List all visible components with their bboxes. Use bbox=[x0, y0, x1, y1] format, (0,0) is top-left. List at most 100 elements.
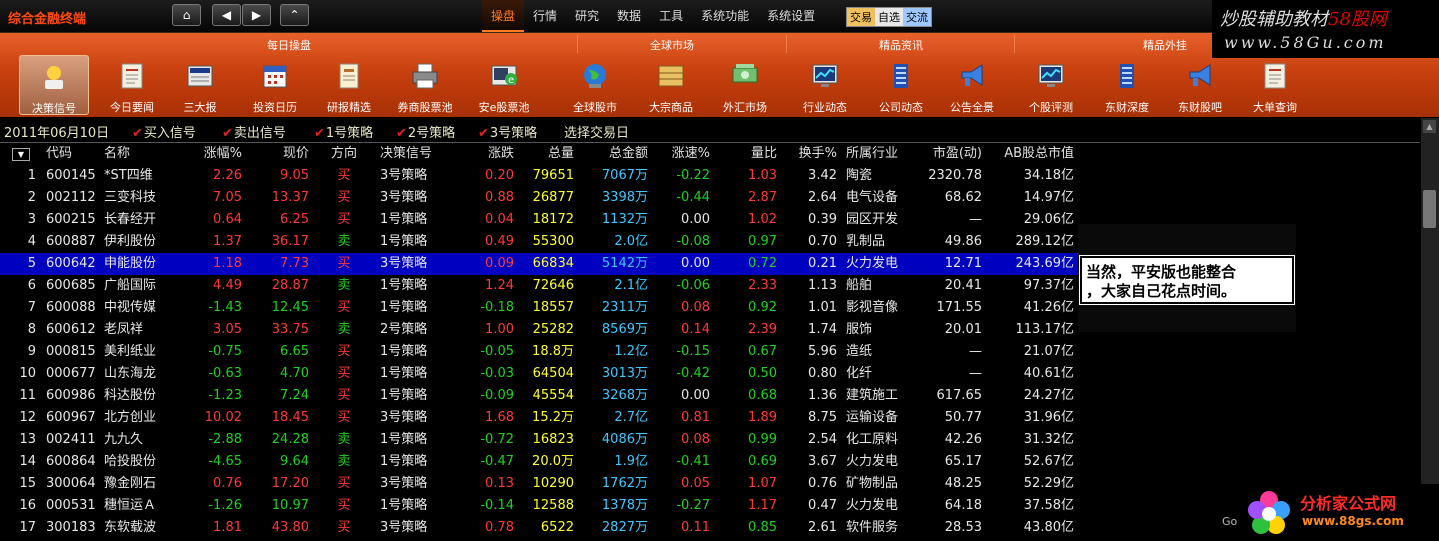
column-header[interactable]: 总金额 bbox=[592, 146, 648, 162]
toolbar-button[interactable]: 研报精选 bbox=[314, 55, 384, 115]
cell-code: 600986 bbox=[46, 388, 96, 403]
cell-pct: 4.49 bbox=[213, 278, 242, 293]
table-row[interactable]: 13 002411 九九久 -2.88 24.28 卖 1号策略 -0.72 16823 4086… bbox=[0, 429, 1078, 451]
table-row[interactable]: 9 000815 美利纸业 -0.75 6.65 买 1号策略 -0.05 18.8万 1.2亿 -… bbox=[0, 341, 1078, 363]
toolbar-button[interactable]: e 安e股票池 bbox=[469, 55, 539, 115]
home-button[interactable]: ⌂ bbox=[172, 4, 201, 26]
toolbar-button[interactable]: 大单查询 bbox=[1240, 55, 1310, 115]
filter-buy-signal[interactable]: ✔买入信号 bbox=[132, 122, 196, 141]
calendar-icon bbox=[260, 61, 290, 91]
table-row[interactable]: 3 600215 长春经开 0.64 6.25 买 1号策略 0.04 18172 1132万 0.… bbox=[0, 209, 1078, 231]
toolbar-button[interactable]: 行业动态 bbox=[790, 55, 860, 115]
toolbar-button[interactable]: 外汇市场 bbox=[710, 55, 780, 115]
column-header[interactable]: 涨幅% bbox=[196, 146, 242, 162]
mode-button[interactable]: 自选 bbox=[875, 8, 903, 26]
cell-pct: -2.88 bbox=[208, 432, 242, 447]
column-header[interactable]: 量比 bbox=[742, 146, 777, 162]
table-row[interactable]: 10 000677 山东海龙 -0.63 4.70 买 1号策略 -0.03 64504 3013… bbox=[0, 363, 1078, 385]
cell-chg: 1.68 bbox=[485, 410, 514, 425]
table-row[interactable]: 11 600986 科达股份 -1.23 7.24 买 1号策略 -0.09 45554 3268… bbox=[0, 385, 1078, 407]
table-row[interactable]: 4 600887 伊利股份 1.37 36.17 卖 1号策略 0.49 55300 2.0亿 -0… bbox=[0, 231, 1078, 253]
cell-mcap: 289.12亿 bbox=[1015, 234, 1075, 249]
filter-strategy-2[interactable]: ✔2号策略 bbox=[396, 122, 455, 141]
table-row[interactable]: 16 000531 穗恒运Ａ -1.26 10.97 买 1号策略 -0.14 12588 137… bbox=[0, 495, 1078, 517]
menu-item[interactable]: 数据 bbox=[608, 0, 650, 32]
column-header[interactable]: 市盈(动) bbox=[926, 146, 982, 162]
column-header[interactable]: 决策信号 bbox=[380, 146, 450, 162]
cell-vol: 26877 bbox=[532, 190, 574, 205]
menu-item[interactable]: 操盘 bbox=[482, 0, 525, 32]
toolbar-button[interactable]: 今日要闻 bbox=[97, 55, 167, 115]
column-header[interactable]: 所属行业 bbox=[846, 146, 926, 162]
table-row[interactable]: 12 600967 北方创业 10.02 18.45 买 3号策略 1.68 15.2万 2.7亿… bbox=[0, 407, 1078, 429]
cell-code: 000531 bbox=[46, 498, 96, 513]
table-row[interactable]: 15 300064 豫金刚石 0.76 17.20 买 3号策略 0.13 10290 1762万… bbox=[0, 473, 1078, 495]
menu-item[interactable]: 系统功能 bbox=[692, 0, 758, 32]
table-row[interactable]: 2 002112 三变科技 7.05 13.37 买 3号策略 0.88 26877 3398万 -… bbox=[0, 187, 1078, 209]
toolbar-button[interactable]: 全球股市 bbox=[560, 55, 630, 115]
cell-chg: -0.14 bbox=[480, 498, 514, 513]
column-header[interactable]: 涨速% bbox=[664, 146, 710, 162]
table-row[interactable]: 6 600685 广船国际 4.49 28.87 卖 1号策略 1.24 72646 2.1亿 -0… bbox=[0, 275, 1078, 297]
cell-ind: 电气设备 bbox=[846, 190, 899, 205]
forward-button[interactable]: ▶ bbox=[242, 4, 271, 26]
column-header[interactable]: 涨跌 bbox=[470, 146, 514, 162]
toolbar-button[interactable]: 公司动态 bbox=[866, 55, 936, 115]
toolbar-button[interactable]: 公告全景 bbox=[937, 55, 1007, 115]
cell-amt: 1762万 bbox=[601, 476, 648, 491]
toolbar-button[interactable]: 券商股票池 bbox=[390, 55, 460, 115]
vertical-scrollbar[interactable]: ▲ bbox=[1421, 118, 1439, 541]
column-header[interactable]: 总量 bbox=[528, 146, 574, 162]
column-header[interactable]: 方向 bbox=[328, 146, 360, 162]
toolbar-button[interactable]: 东财深度 bbox=[1092, 55, 1162, 115]
table-row[interactable]: 8 600612 老凤祥 3.05 33.75 卖 2号策略 1.00 25282 8569万 0.… bbox=[0, 319, 1078, 341]
cell-spd: 0.14 bbox=[681, 322, 710, 337]
toolbar-button[interactable]: 东财股吧 bbox=[1165, 55, 1235, 115]
cell-vol: 18557 bbox=[532, 300, 574, 315]
row-number: 15 bbox=[19, 476, 36, 491]
column-header[interactable]: 代码 bbox=[46, 146, 96, 162]
table-row[interactable]: 7 600088 中视传媒 -1.43 12.45 买 1号策略 -0.18 18557 2311… bbox=[0, 297, 1078, 319]
table-row[interactable]: 14 600864 哈投股份 -4.65 9.64 卖 1号策略 -0.47 20.0万 1.9亿… bbox=[0, 451, 1078, 473]
column-header[interactable]: 名称 bbox=[104, 146, 184, 162]
cell-ind: 矿物制品 bbox=[846, 476, 899, 491]
toolbar-button[interactable]: 大宗商品 bbox=[636, 55, 706, 115]
table-row[interactable]: 1 600145 *ST四维 2.26 9.05 买 3号策略 0.20 79651 7067万 -… bbox=[0, 165, 1078, 187]
scroll-thumb[interactable] bbox=[1423, 190, 1436, 228]
toolbar-button[interactable]: 决策信号 bbox=[19, 55, 89, 115]
column-header[interactable]: 换手% bbox=[792, 146, 837, 162]
select-trade-day[interactable]: 选择交易日 bbox=[564, 122, 629, 141]
cell-turn: 2.54 bbox=[808, 432, 837, 447]
cell-mcap: 31.96亿 bbox=[1023, 410, 1074, 425]
toolbar-button[interactable]: 投资日历 bbox=[240, 55, 310, 115]
scroll-up-icon[interactable]: ▲ bbox=[1423, 120, 1436, 133]
cell-vr: 0.92 bbox=[748, 300, 777, 315]
cell-amt: 3013万 bbox=[601, 366, 648, 381]
filter-strategy-3[interactable]: ✔3号策略 bbox=[478, 122, 537, 141]
collapse-up-button[interactable]: ⌃ bbox=[280, 4, 309, 26]
cell-ind: 园区开发 bbox=[846, 212, 899, 227]
toolbar-button[interactable]: 个股评测 bbox=[1016, 55, 1086, 115]
table-row[interactable]: 17 300183 东软载波 1.81 43.80 买 3号策略 0.78 6522 2827万 0… bbox=[0, 517, 1078, 539]
filter-sell-signal[interactable]: ✔卖出信号 bbox=[222, 122, 286, 141]
menu-item[interactable]: 系统设置 bbox=[758, 0, 824, 32]
watermark-title: 炒股辅助教材 bbox=[1220, 9, 1328, 30]
menu-item[interactable]: 行情 bbox=[524, 0, 566, 32]
back-button[interactable]: ◀ bbox=[212, 4, 241, 26]
mode-button[interactable]: 交易 bbox=[847, 8, 875, 26]
menu-item[interactable]: 研究 bbox=[566, 0, 608, 32]
column-header[interactable]: AB股总市值 bbox=[988, 146, 1074, 162]
cell-turn: 1.36 bbox=[808, 388, 837, 403]
menu-item[interactable]: 工具 bbox=[650, 0, 692, 32]
cell-name: 北方创业 bbox=[104, 410, 157, 425]
cell-chg: -0.47 bbox=[480, 454, 514, 469]
callout-line-1: 当然，平安版也能整合 bbox=[1086, 263, 1237, 281]
table-row[interactable]: 5 600642 申能股份 1.18 7.73 买 3号策略 0.09 66834 5142万 0.… bbox=[0, 253, 1078, 275]
column-header[interactable]: 现价 bbox=[262, 146, 309, 162]
sort-dropdown-icon[interactable]: ▼ bbox=[12, 148, 30, 161]
cell-vol: 15.2万 bbox=[532, 410, 574, 425]
filter-strategy-1[interactable]: ✔1号策略 bbox=[314, 122, 373, 141]
mode-button[interactable]: 交流 bbox=[903, 8, 931, 26]
toolbar-button[interactable]: 三大报 bbox=[165, 55, 235, 115]
commodity-icon bbox=[656, 61, 686, 91]
